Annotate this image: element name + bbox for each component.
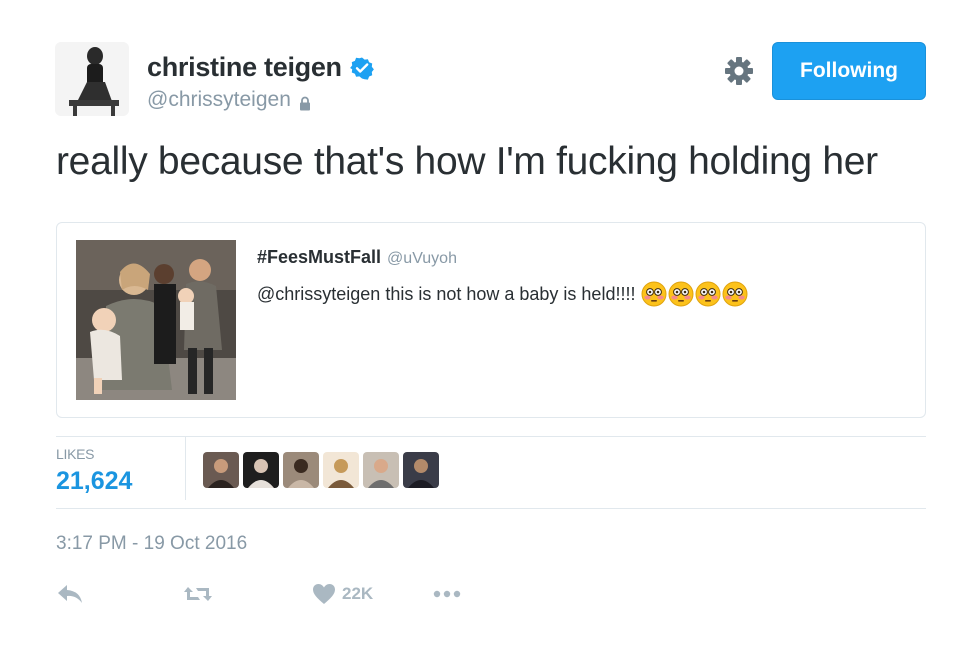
following-button[interactable]: Following <box>772 42 926 100</box>
quoted-tweet-text-row: @chrissyteigen this is not how a baby is… <box>257 281 748 307</box>
author-handle[interactable]: @chrissyteigen <box>147 88 291 112</box>
author-avatar[interactable] <box>55 42 129 116</box>
retweet-icon <box>182 583 214 605</box>
like-count: 22K <box>342 584 374 603</box>
more-icon <box>432 589 462 599</box>
verified-badge-icon <box>349 56 374 80</box>
reply-icon <box>56 583 84 605</box>
heart-icon <box>312 583 336 605</box>
flushed-face-icon <box>695 281 721 307</box>
author-block: christine teigen @chrissyteigen <box>147 52 374 112</box>
reply-button[interactable] <box>56 580 84 608</box>
liker-avatar[interactable] <box>403 452 439 488</box>
author-name-row[interactable]: christine teigen <box>147 52 374 83</box>
liker-avatar[interactable] <box>363 452 399 488</box>
author-name[interactable]: christine teigen <box>147 52 342 83</box>
author-avatar-image <box>55 42 129 116</box>
liker-avatar[interactable] <box>283 452 319 488</box>
quoted-author-handle[interactable]: @uVuyoh <box>387 250 457 268</box>
like-button[interactable]: 22K <box>312 580 373 608</box>
likes-label: LIKES <box>56 446 95 462</box>
quoted-author-name[interactable]: #FeesMustFall <box>257 247 381 268</box>
retweet-button[interactable] <box>182 580 214 608</box>
quoted-tweet-text: @chrissyteigen this is not how a baby is… <box>257 283 636 304</box>
quoted-tweet-header[interactable]: #FeesMustFall @uVuyoh <box>257 247 457 268</box>
flushed-face-icon <box>722 281 748 307</box>
stats-bottom-divider <box>56 508 926 509</box>
tweet-text: really because that's how I'm fucking ho… <box>56 140 878 183</box>
quoted-tweet-photo[interactable] <box>76 240 236 400</box>
likes-value[interactable]: 21,624 <box>56 467 132 496</box>
author-handle-row[interactable]: @chrissyteigen <box>147 88 374 112</box>
emoji-row <box>641 281 748 307</box>
quoted-tweet[interactable]: #FeesMustFall @uVuyoh @chrissyteigen thi… <box>56 222 926 418</box>
flushed-face-icon <box>641 281 667 307</box>
stats-separator <box>185 436 186 500</box>
liker-avatar[interactable] <box>203 452 239 488</box>
likers-avatars <box>203 452 439 488</box>
gear-icon[interactable] <box>722 54 756 88</box>
more-button[interactable] <box>432 580 462 608</box>
tweet-timestamp[interactable]: 3:17 PM - 19 Oct 2016 <box>56 533 247 555</box>
liker-avatar[interactable] <box>243 452 279 488</box>
flushed-face-icon <box>668 281 694 307</box>
likes-stat[interactable]: LIKES 21,624 <box>56 446 132 496</box>
liker-avatar[interactable] <box>323 452 359 488</box>
stats-top-divider <box>56 436 926 437</box>
lock-icon <box>299 93 311 110</box>
